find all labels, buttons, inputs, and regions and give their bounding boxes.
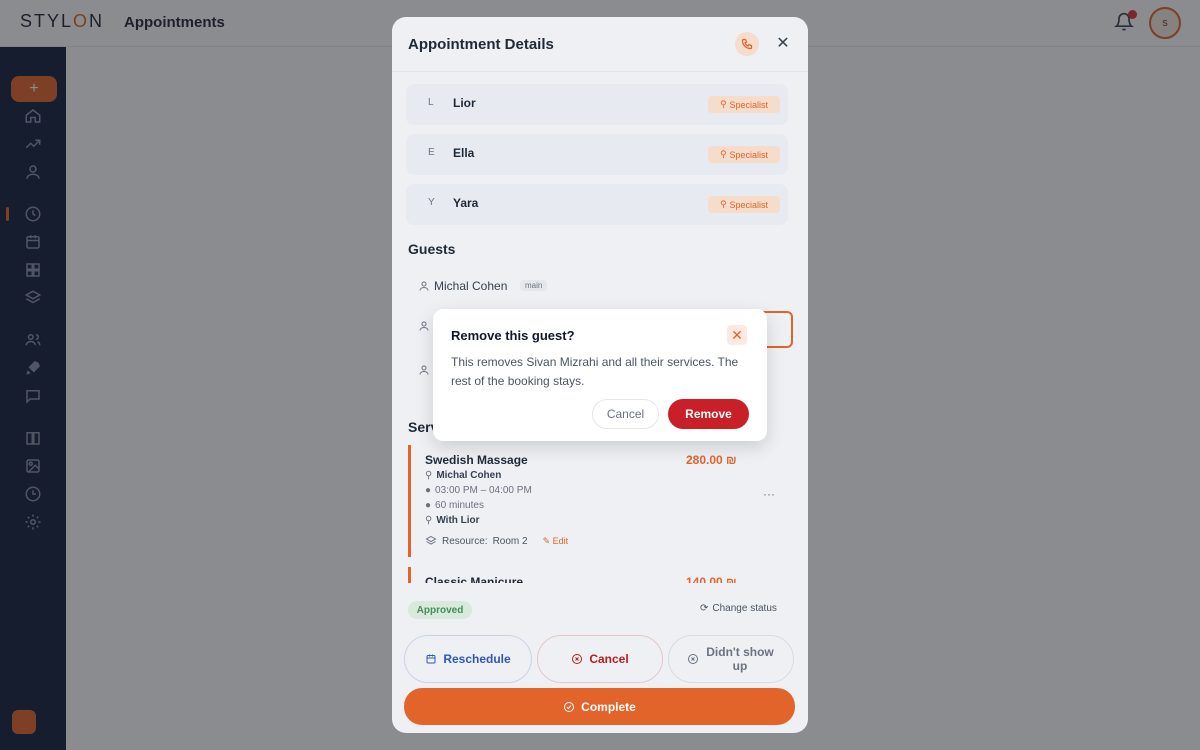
- clock-icon: ●: [425, 485, 432, 496]
- dialog-remove-button[interactable]: Remove: [668, 399, 749, 429]
- guests-heading: Guests: [408, 241, 456, 257]
- no-show-button[interactable]: Didn't show up: [668, 635, 794, 683]
- dialog-cancel-button[interactable]: Cancel: [592, 399, 659, 429]
- close-icon[interactable]: ✕: [775, 35, 791, 52]
- calendar-icon: [426, 654, 436, 664]
- user-icon: ⚲: [425, 470, 433, 481]
- user-icon: [419, 365, 429, 375]
- staff-row: E Ella ⚲ Specialist: [406, 134, 788, 175]
- user-icon: [419, 321, 429, 331]
- refresh-icon: ⟳: [700, 603, 709, 614]
- staff-row: Y Yara ⚲ Specialist: [406, 184, 788, 225]
- service-title: Swedish Massage: [425, 453, 528, 467]
- service-resource: Resource: Room 2 ✎ Edit: [425, 535, 568, 547]
- pencil-icon: ✎: [542, 535, 551, 546]
- edit-resource-button[interactable]: ✎ Edit: [543, 536, 569, 547]
- check-circle-icon: [564, 701, 575, 712]
- staff-name: Yara: [453, 196, 479, 210]
- status-badge: Approved: [408, 601, 472, 619]
- service-price: 280.00 ₪: [686, 453, 737, 467]
- service-card: Swedish Massage 280.00 ₪ ⚲ Michal Cohen ●…: [408, 445, 792, 557]
- guest-row[interactable]: Michal Cohen main: [408, 270, 790, 304]
- dialog-message: This removes Sivan Mizrahi and all their…: [451, 355, 739, 388]
- change-status-button[interactable]: ⟳ Change status: [700, 603, 777, 614]
- complete-button[interactable]: Complete: [404, 688, 795, 725]
- close-icon[interactable]: ✕: [727, 325, 747, 345]
- staff-initial: Y: [428, 197, 435, 208]
- service-guest: ⚲ Michal Cohen: [425, 470, 502, 481]
- guest-name: Michal Cohen: [434, 279, 508, 293]
- more-icon[interactable]: ···: [763, 487, 775, 501]
- reschedule-button[interactable]: Reschedule: [404, 635, 532, 683]
- service-duration: ● 60 minutes: [425, 500, 484, 511]
- user-icon: ⚲: [719, 99, 727, 109]
- user-icon: ⚲: [719, 199, 727, 209]
- remove-guest-dialog: Remove this guest? ✕ This removes Sivan …: [433, 309, 767, 441]
- user-icon: ⚲: [719, 149, 727, 159]
- user-icon: ⚲: [425, 515, 433, 526]
- staff-name: Ella: [453, 146, 475, 160]
- staff-row: L Lior ⚲ Specialist: [406, 84, 788, 125]
- dialog-title: Remove this guest?: [451, 328, 575, 343]
- user-icon: [419, 281, 429, 291]
- layers-icon: [425, 535, 437, 545]
- x-circle-icon: [688, 654, 698, 664]
- specialist-badge: ⚲ Specialist: [708, 196, 780, 213]
- staff-initial: L: [428, 97, 434, 108]
- modal-title: Appointment Details: [408, 36, 554, 53]
- service-card: Classic Manicure 140.00 ₪: [408, 567, 792, 583]
- service-title: Classic Manicure: [425, 575, 524, 583]
- service-time: ● 03:00 PM – 04:00 PM: [425, 485, 532, 496]
- cancel-appointment-button[interactable]: Cancel: [537, 635, 663, 683]
- staff-initial: E: [428, 147, 435, 158]
- staff-name: Lior: [453, 96, 476, 110]
- x-circle-icon: [572, 654, 583, 664]
- service-specialist: ⚲ With Lior: [425, 515, 480, 526]
- modal-header: Appointment Details ✕: [392, 17, 808, 72]
- service-price: 140.00 ₪: [686, 575, 737, 583]
- specialist-badge: ⚲ Specialist: [708, 146, 780, 163]
- specialist-badge: ⚲ Specialist: [708, 96, 780, 113]
- main-guest-tag: main: [520, 280, 548, 291]
- clock-icon: ●: [425, 500, 432, 511]
- phone-icon[interactable]: [735, 32, 759, 56]
